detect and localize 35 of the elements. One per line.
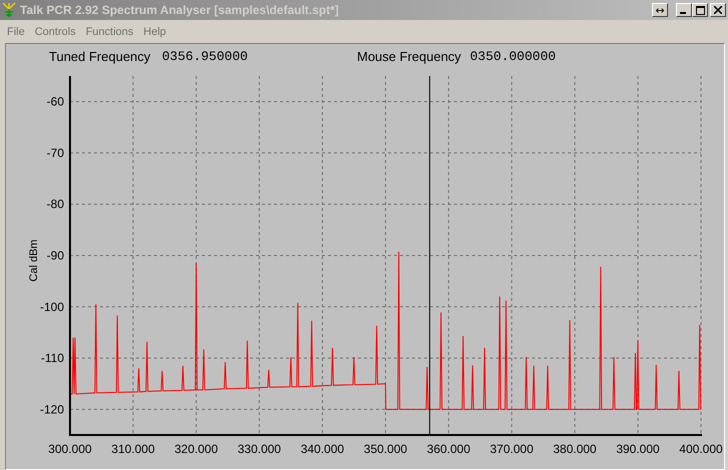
menu-item[interactable]: File [2, 26, 30, 38]
axis-title: Cal dBm [28, 239, 40, 282]
axis-tick-label: -60 [46, 94, 64, 109]
window-title: Talk PCR 2.92 Spectrum Analyser [samples\default.spt*] [20, 3, 340, 17]
antenna-icon [2, 2, 16, 18]
axis-tick-label: -80 [46, 197, 64, 212]
axis-tick-label: -120 [40, 402, 64, 416]
axis-tick-label: 330.000 [238, 442, 281, 456]
axis-tick-label: 390.000 [616, 442, 660, 456]
close-button[interactable] [710, 3, 726, 17]
axis-tick-label: 300.000 [48, 442, 92, 456]
axis-tick-label: 380.000 [553, 442, 596, 456]
axis-tick-label: -110 [40, 351, 64, 366]
minimize-button[interactable] [676, 3, 692, 17]
axis-tick-label: 310.000 [111, 442, 155, 456]
menu-item[interactable]: Help [138, 26, 172, 38]
axis-tick-label: 320.000 [174, 442, 218, 456]
axis-tick-label: 400.000 [679, 442, 723, 456]
maximize-icon [696, 6, 704, 14]
frequency-readout: 0350.000000 [470, 48, 556, 64]
resize-button[interactable]: ↔ [652, 3, 668, 17]
menu-item[interactable]: Functions [80, 26, 138, 38]
menu-item[interactable]: Controls [30, 26, 81, 38]
close-icon [714, 6, 722, 14]
axis-tick-label: -100 [40, 300, 64, 314]
axis-tick-label: 350.000 [364, 442, 408, 456]
readout-label: Tuned Frequency [49, 48, 152, 64]
axis-tick-label: -70 [46, 146, 64, 160]
axis-tick-label: 360.000 [426, 442, 470, 456]
readout-label: Mouse Frequency [357, 48, 462, 64]
axis-tick-label: 370.000 [490, 442, 534, 456]
axis-tick-label: -90 [46, 248, 64, 262]
axis-tick-label: 340.000 [300, 442, 344, 456]
frequency-readout: 0356.950000 [162, 48, 249, 64]
maximize-button[interactable] [692, 3, 708, 17]
